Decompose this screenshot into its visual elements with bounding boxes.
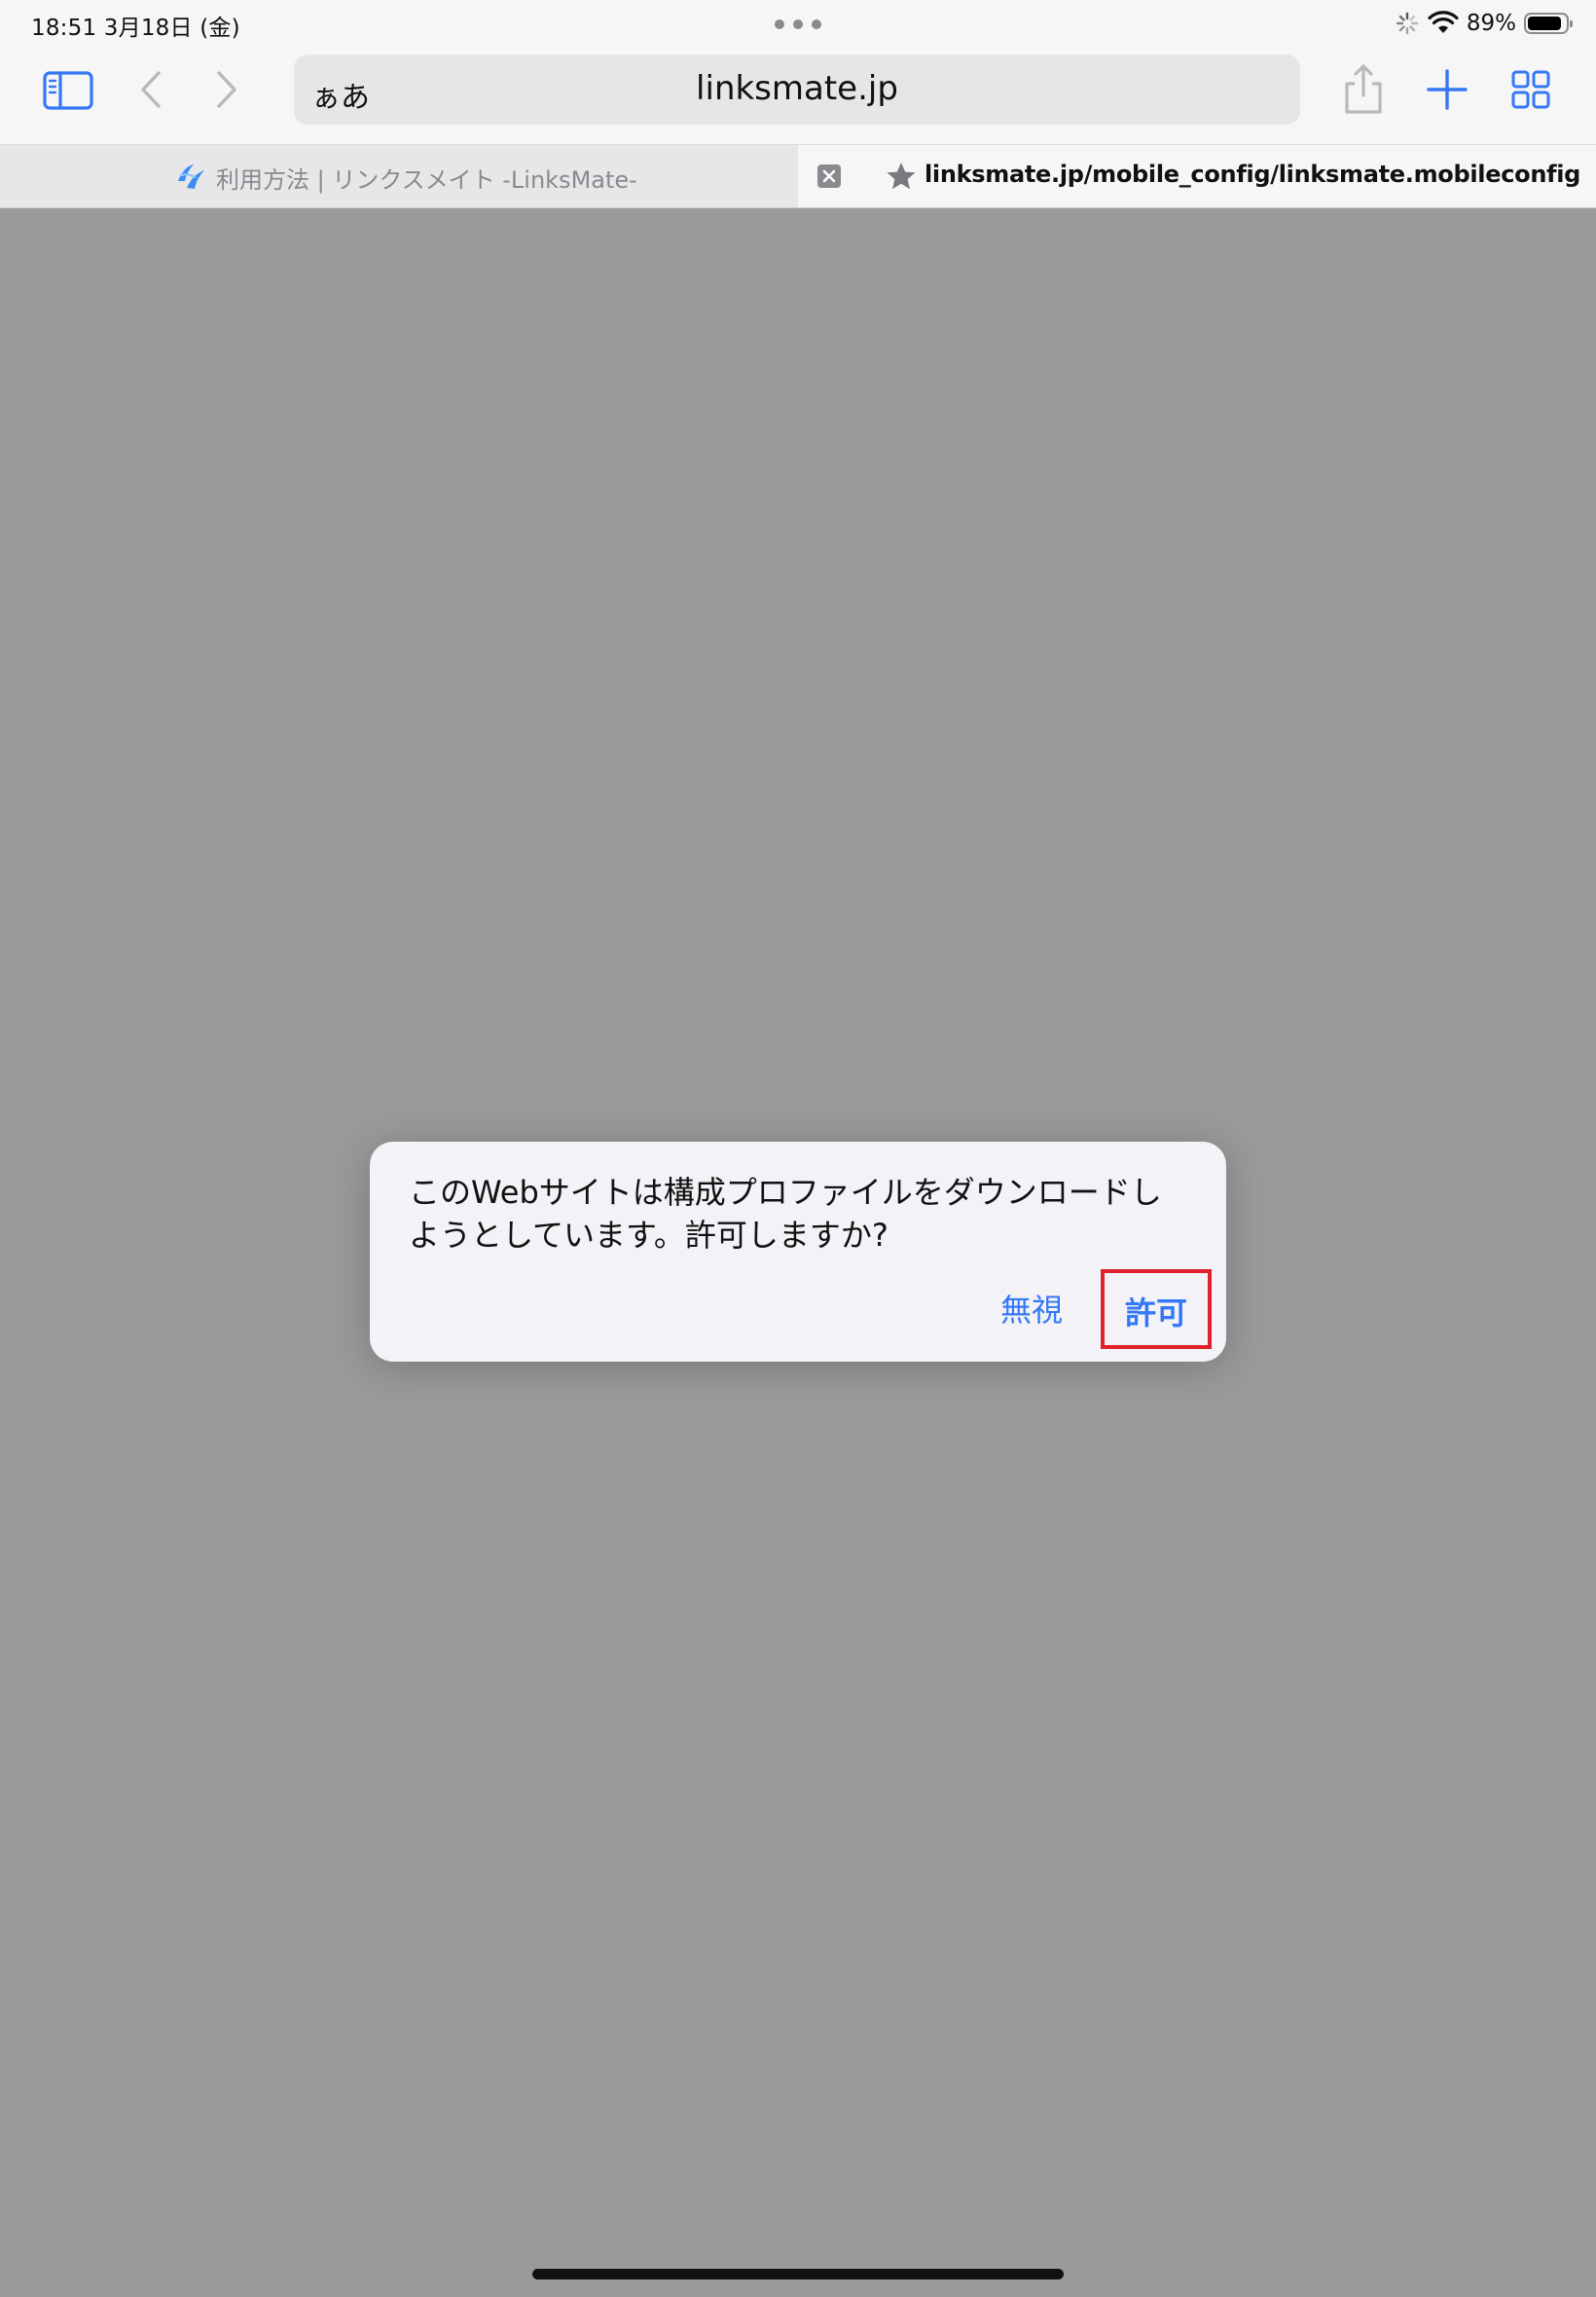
tab-title: linksmate.jp/mobile_config/linksmate.mob… [925,161,1581,188]
allow-button-label: 許可 [1124,1294,1187,1331]
home-indicator[interactable] [532,2269,1064,2279]
wifi-icon [1428,11,1459,33]
battery-level [1528,17,1561,30]
battery-tip [1570,20,1573,27]
status-time: 18:51 3月18日 (金) [31,16,240,41]
dot [812,19,821,29]
address-bar[interactable]: ぁあ linksmate.jp [294,55,1300,125]
share-icon[interactable] [1334,60,1393,119]
sidebar-icon[interactable] [39,60,97,119]
alert-message: このWebサイトは構成プロファイルをダウンロードしようとしています。許可しますか… [409,1174,1162,1254]
download-profile-alert: このWebサイトは構成プロファイルをダウンロードしようとしています。許可しますか… [370,1142,1226,1362]
battery-icon [1524,13,1573,34]
tab-close-icon[interactable] [817,164,841,188]
back-chevron-icon[interactable] [123,60,181,119]
tab-linksmate-usage[interactable]: 利用方法 | リンクスメイト -LinksMate- [0,145,798,207]
browser-chrome: 18:51 3月18日 (金) 89% ぁあ linksmate.jp [0,0,1596,144]
tab-mobileconfig[interactable]: linksmate.jp/mobile_config/linksmate.mob… [798,145,1596,207]
linksmate-favicon-icon [178,164,204,189]
tab-title: 利用方法 | リンクスメイト -LinksMate- [216,166,637,194]
tab-strip: 利用方法 | リンクスメイト -LinksMate- linksmate.jp/… [0,144,1596,208]
star-icon [887,163,916,190]
grid-icon[interactable] [1502,60,1560,119]
address-url[interactable]: linksmate.jp [294,69,1300,108]
activity-spinner-icon [1396,12,1419,35]
status-right-group: 89% [1395,8,1573,39]
status-bar: 18:51 3月18日 (金) 89% [0,0,1596,47]
plus-icon[interactable] [1418,60,1476,119]
dot [775,19,784,29]
forward-chevron-icon[interactable] [197,60,255,119]
dot [793,19,803,29]
battery-percentage: 89% [1466,11,1516,36]
ignore-button[interactable]: 無視 [1000,1286,1063,1331]
multitasking-dots[interactable] [775,19,821,29]
allow-button[interactable]: 許可 [1101,1269,1212,1349]
